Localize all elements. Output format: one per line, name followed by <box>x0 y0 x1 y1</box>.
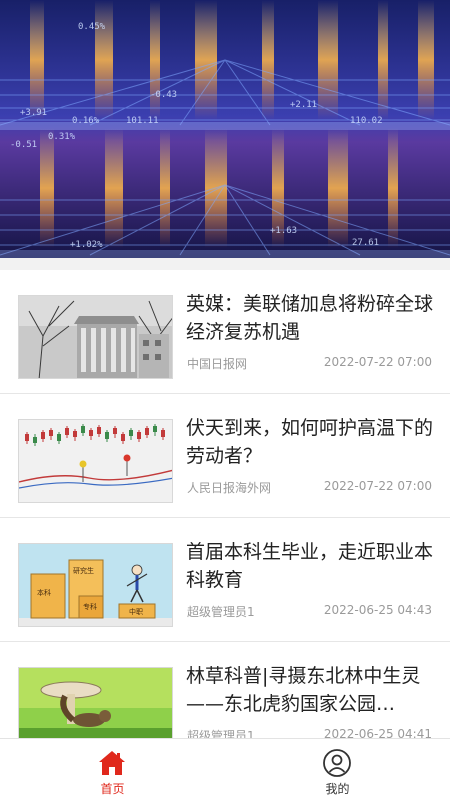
squirrel-mushroom-photo-icon <box>19 668 172 738</box>
ticker-value: 0.16% <box>72 116 100 126</box>
tab-mine[interactable]: 我的 <box>225 739 450 800</box>
ticker-value: -0.51 <box>10 140 38 150</box>
ticker-value: +1.02% <box>70 240 103 250</box>
home-icon <box>99 751 125 775</box>
ticker-value: -0.43 <box>150 90 178 100</box>
thumb-label: 中职 <box>129 608 143 616</box>
news-thumbnail <box>18 295 173 379</box>
user-icon <box>323 749 351 777</box>
ticker-value: 27.61 <box>352 238 380 248</box>
ticker-value: 101.11 <box>126 116 159 126</box>
news-source: 超级管理员1 <box>187 729 255 738</box>
tab-home-label: 首页 <box>100 782 125 796</box>
thumb-label: 研究生 <box>73 567 94 575</box>
news-time: 2022-06-25 04:41 <box>323 727 432 738</box>
ticker-value: 110.02 <box>350 116 383 126</box>
news-title[interactable]: 伏天到来，如何呵护高温下的劳动者？ <box>186 414 436 470</box>
news-time: 2022-07-22 07:00 <box>323 355 432 369</box>
news-time: 2022-06-25 04:43 <box>323 603 432 617</box>
news-item[interactable]: 英媒：美联储加息将粉碎全球经济复苏机遇 中国日报网 2022-07-22 07:… <box>0 270 450 394</box>
thumb-label: 专科 <box>83 603 97 611</box>
ticker-value: 0.45% <box>78 22 106 32</box>
stock-chart-photo-icon <box>19 420 172 502</box>
news-title[interactable]: 英媒：美联储加息将粉碎全球经济复苏机遇 <box>186 290 436 346</box>
thumb-label: 本科 <box>37 589 51 597</box>
ticker-values: 0.45% -0.43 +3.91 101.11 0.16% +2.11 +1.… <box>0 0 450 258</box>
section-divider <box>0 258 450 270</box>
building-photo-icon <box>19 296 172 378</box>
news-source: 超级管理员1 <box>187 605 255 619</box>
news-item[interactable]: 伏天到来，如何呵护高温下的劳动者？ 人民日报海外网 2022-07-22 07:… <box>0 394 450 518</box>
news-time: 2022-07-22 07:00 <box>323 479 432 493</box>
news-source: 人民日报海外网 <box>187 481 272 495</box>
ticker-value: +2.11 <box>290 100 318 110</box>
ticker-value: +1.63 <box>270 226 298 236</box>
news-thumbnail: 研究生 本科 专科 中职 <box>18 543 173 627</box>
ticker-value: 0.31% <box>48 132 76 142</box>
ticker-value: +3.91 <box>20 108 48 118</box>
news-source: 中国日报网 <box>187 357 248 371</box>
news-list[interactable]: 英媒：美联储加息将粉碎全球经济复苏机遇 中国日报网 2022-07-22 07:… <box>0 270 450 738</box>
tab-mine-label: 我的 <box>325 782 350 796</box>
banner-carousel[interactable]: 0.45% -0.43 +3.91 101.11 0.16% +2.11 +1.… <box>0 0 450 258</box>
news-thumbnail <box>18 419 173 503</box>
news-item[interactable]: 林草科普|寻摄东北林中生灵——东北虎豹国家公园… 超级管理员1 2022-06-… <box>0 642 450 738</box>
news-title[interactable]: 首届本科生毕业，走近职业本科教育 <box>186 538 436 594</box>
tab-home[interactable]: 首页 <box>0 739 225 800</box>
education-illustration-icon <box>19 544 172 626</box>
news-item[interactable]: 研究生 本科 专科 中职 首届本科生毕业，走近职业本科教育 超级管理员1 202… <box>0 518 450 642</box>
news-title[interactable]: 林草科普|寻摄东北林中生灵——东北虎豹国家公园… <box>186 662 436 718</box>
bottom-tab-bar: 首页 我的 <box>0 738 450 800</box>
news-thumbnail <box>18 667 173 738</box>
